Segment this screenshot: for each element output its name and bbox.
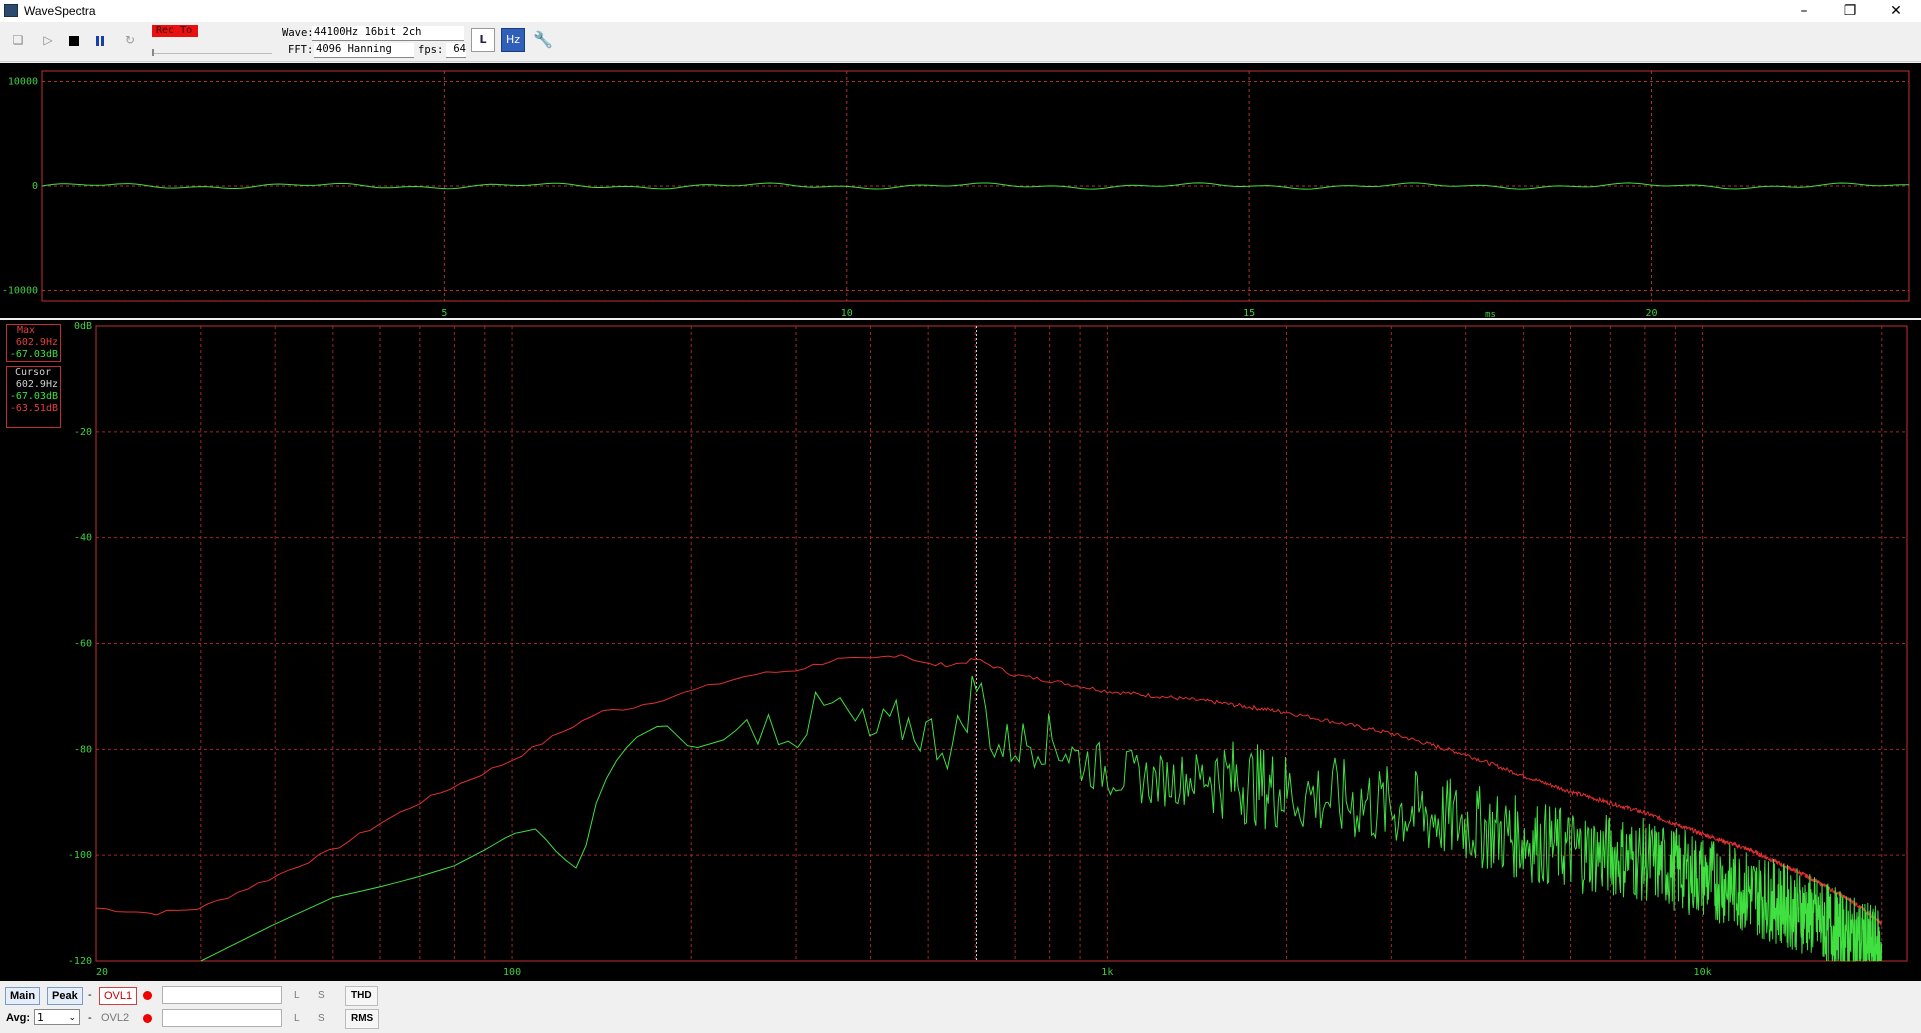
waveform-y-tick-label: 10000 [8, 76, 38, 87]
spectrum-x-tick-label: 1k [1101, 967, 1113, 978]
max-label: Max [17, 325, 36, 336]
avg-select[interactable]: 1 ⌄ [34, 1009, 80, 1025]
max-info-panel: Max 602.9Hz -67.03dB [6, 324, 61, 362]
ovl2-label[interactable]: OVL2 [101, 1012, 129, 1024]
spectrum-y-tick-label: -120 [68, 956, 92, 967]
spectrum-x-tick-label: 10k [1694, 967, 1712, 978]
cursor-level-left: -67.03dB [9, 391, 58, 402]
open-file-icon[interactable]: ❏ [8, 30, 28, 50]
waveform-x-tick-label: 20 [1645, 308, 1657, 318]
fps-label: fps: [418, 44, 444, 56]
spectrum-x-tick-label: 100 [503, 967, 521, 978]
main-button[interactable]: Main [5, 987, 41, 1005]
waveform-x-tick-label: 15 [1243, 308, 1255, 318]
chevron-down-icon: ⌄ [68, 1013, 76, 1023]
waveform-unit-label: ms [1485, 310, 1496, 318]
waveform-background [0, 63, 1921, 318]
input-level-slider[interactable] [152, 47, 272, 56]
thd-button[interactable]: THD [345, 986, 378, 1006]
cursor-info-panel: Cursor 602.9Hz -67.03dB -63.51dB [6, 366, 61, 428]
rec-indicator: Rec To [152, 25, 198, 37]
cursor-frequency: 602.9Hz [15, 379, 58, 390]
channel-lr-icon: L [479, 33, 487, 46]
spectrum-y-tick-label: -60 [74, 639, 92, 650]
app-icon [4, 4, 18, 17]
toolbar: ❏ ▷ ↻ Rec To Wave: 44100Hz 16bit 2ch FFT… [0, 23, 1921, 62]
max-level: -67.03dB [9, 349, 58, 360]
peak-button[interactable]: Peak [47, 987, 83, 1005]
frequency-scale-icon: Hz [505, 33, 521, 46]
separator-dash: - [88, 989, 92, 1001]
cursor-level-right: -63.51dB [9, 403, 58, 414]
avg-label: Avg: [6, 1012, 31, 1024]
ovl1-l-toggle[interactable]: L [294, 990, 300, 1001]
spectrum-y-tick-label: -100 [68, 850, 92, 861]
wrench-icon: 🔧 [533, 30, 553, 49]
ovl1-record-icon[interactable] [143, 991, 152, 1000]
minimize-button[interactable]: – [1781, 0, 1827, 22]
spectrum-chart[interactable]: 0dB -20 -40 -60 -80 -100 -120 20 100 1k 10k [0, 320, 1921, 981]
frequency-scale-button[interactable]: Hz [501, 28, 525, 52]
wave-label: Wave: [282, 27, 314, 39]
fps-value: 64 [446, 43, 466, 58]
waveform-y-tick-label: -10000 [2, 286, 38, 297]
wave-format: 44100Hz 16bit 2ch [312, 26, 464, 41]
pause-icon [96, 35, 99, 46]
settings-wrench-button[interactable]: 🔧 [531, 28, 555, 52]
fft-setting: 4096 Hanning [314, 43, 414, 58]
waveform-x-tick-label: 5 [441, 308, 447, 318]
close-button[interactable]: ✕ [1873, 0, 1919, 22]
pause-button[interactable] [90, 30, 110, 50]
spectrum-background [0, 320, 1921, 981]
restore-button[interactable]: ❐ [1827, 0, 1873, 22]
waveform-y-tick-label: 0 [32, 181, 38, 192]
stop-icon [69, 35, 79, 46]
spectrum-x-tick-label: 20 [96, 967, 108, 978]
bottom-bar: Main Peak - OVL1 L S THD Avg: 1 ⌄ - OVL2… [0, 981, 1921, 1033]
ovl2-s-toggle[interactable]: S [318, 1013, 325, 1024]
separator-dash-2: - [88, 1012, 92, 1024]
max-frequency: 602.9Hz [15, 337, 58, 348]
waveform-x-tick-label: 10 [841, 308, 853, 318]
stop-button[interactable] [64, 30, 84, 50]
spectrum-y-tick-label: -40 [74, 533, 92, 544]
spectrum-y-tick-label: -20 [74, 427, 92, 438]
ovl2-l-toggle[interactable]: L [294, 1013, 300, 1024]
channel-lr-button[interactable]: L [471, 28, 495, 52]
ovl1-s-toggle[interactable]: S [318, 990, 325, 1001]
play-icon[interactable]: ▷ [38, 30, 58, 50]
title-bar: WaveSpectra – ❐ ✕ [0, 0, 1921, 22]
ovl2-name-field[interactable] [162, 1009, 282, 1027]
cursor-label: Cursor [15, 367, 52, 378]
window-title: WaveSpectra [24, 4, 96, 18]
spectrum-y-tick-label: 0dB [74, 321, 92, 332]
waveform-chart[interactable]: 10000 0 -10000 5 10 15 20 ms [0, 63, 1921, 318]
rms-button[interactable]: RMS [345, 1009, 380, 1029]
spectrum-y-tick-label: -80 [74, 744, 92, 755]
avg-value: 1 [37, 1011, 44, 1024]
loop-icon[interactable]: ↻ [120, 30, 140, 50]
ovl2-record-icon[interactable] [143, 1014, 152, 1023]
ovl1-name-field[interactable] [162, 986, 282, 1004]
ovl1-button[interactable]: OVL1 [99, 987, 138, 1005]
fft-label: FFT: [288, 44, 314, 56]
